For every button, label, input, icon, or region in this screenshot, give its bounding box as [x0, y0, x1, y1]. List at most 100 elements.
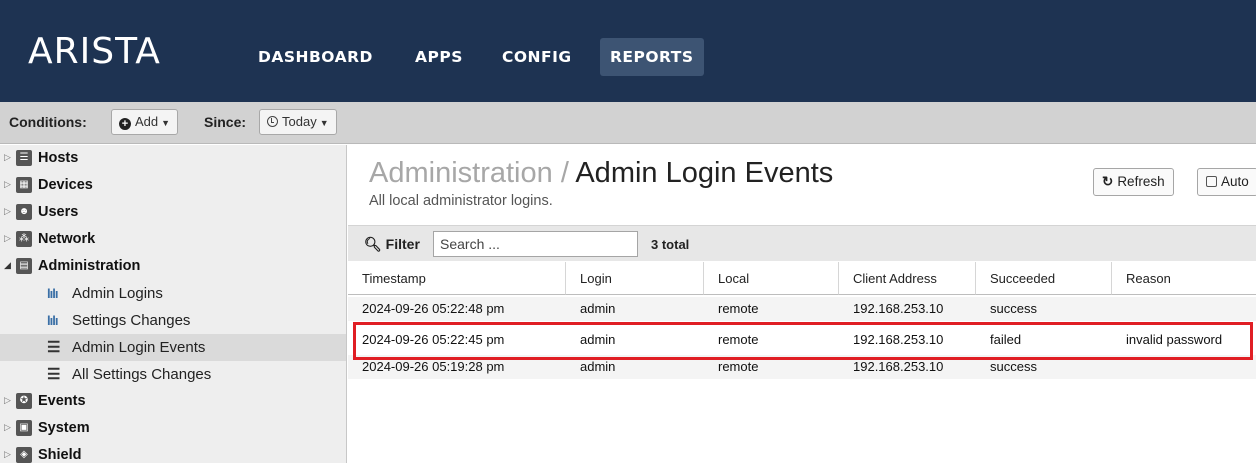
- cell-succeeded: success: [990, 359, 1037, 374]
- filter-label: 🔍︎ Filter: [364, 236, 420, 253]
- reports-sidebar: ▷ ☰ Hosts ▷ ▦ Devices ▷ ☻ Users ▷ ⁂ Netw…: [0, 145, 347, 463]
- system-icon: ▣: [16, 420, 32, 436]
- arista-logo[interactable]: ARISTA: [28, 31, 161, 72]
- sidebar-item-label: Hosts: [38, 150, 79, 166]
- expand-arrow-icon[interactable]: ▷: [4, 395, 11, 406]
- sidebar-item-network[interactable]: ▷ ⁂ Network: [0, 226, 346, 253]
- checkbox-icon: [1206, 176, 1217, 187]
- sidebar-item-admin-logins[interactable]: lılı Admin Logins: [0, 280, 346, 307]
- sidebar-item-admin-login-events[interactable]: ☰ Admin Login Events: [0, 334, 346, 361]
- filter-search-input[interactable]: [433, 231, 638, 257]
- network-icon: ⁂: [16, 231, 32, 247]
- sidebar-subitem-label: Settings Changes: [72, 312, 191, 329]
- sidebar-item-users[interactable]: ▷ ☻ Users: [0, 199, 346, 226]
- cell-timestamp: 2024-09-26 05:22:45 pm: [362, 332, 505, 347]
- filter-label-text: Filter: [385, 236, 420, 252]
- page-subtitle: All local administrator logins.: [369, 193, 553, 209]
- sidebar-subitem-label: Admin Logins: [72, 285, 163, 302]
- refresh-label: Refresh: [1117, 174, 1165, 189]
- expand-arrow-icon[interactable]: ▷: [4, 152, 11, 163]
- sidebar-item-all-settings-changes[interactable]: ☰ All Settings Changes: [0, 361, 346, 388]
- table-row[interactable]: 2024-09-26 05:22:45 pm admin remote 192.…: [348, 328, 1256, 352]
- cell-client-address: 192.168.253.10: [853, 332, 944, 347]
- tab-config[interactable]: CONFIG: [492, 38, 582, 76]
- conditions-bar: Conditions: + Add ▼ Since: Today ▼: [0, 102, 1256, 144]
- cell-reason: [1112, 355, 1126, 379]
- auto-refresh-toggle[interactable]: Auto: [1197, 168, 1256, 196]
- cell-timestamp: 2024-09-26 05:22:48 pm: [362, 301, 505, 316]
- bar-chart-icon: lılı: [47, 286, 58, 301]
- auto-refresh-label: Auto: [1221, 174, 1249, 189]
- sidebar-item-system[interactable]: ▷ ▣ System: [0, 415, 346, 442]
- column-header-client-address[interactable]: Client Address: [839, 262, 976, 295]
- sidebar-item-label: System: [38, 420, 90, 436]
- expand-arrow-icon[interactable]: ▷: [4, 422, 11, 433]
- tab-dashboard[interactable]: DASHBOARD: [248, 38, 383, 76]
- caret-down-icon: ▼: [161, 118, 171, 128]
- column-header-local[interactable]: Local: [704, 262, 839, 295]
- sidebar-item-administration[interactable]: ◢ ▤ Administration: [0, 253, 346, 280]
- breadcrumb-current: Admin Login Events: [575, 157, 834, 189]
- plus-circle-icon: +: [119, 118, 131, 130]
- column-header-login[interactable]: Login: [566, 262, 704, 295]
- since-label: Since:: [204, 114, 247, 130]
- filter-bar: 🔍︎ Filter 3 total: [348, 225, 1256, 261]
- sidebar-item-label: Users: [38, 204, 79, 220]
- sidebar-item-label: Network: [38, 231, 96, 247]
- expand-arrow-icon[interactable]: ▷: [4, 206, 11, 217]
- top-navigation-bar: ARISTA DASHBOARD APPS CONFIG REPORTS: [0, 0, 1256, 102]
- users-icon: ☻: [16, 204, 32, 220]
- sidebar-item-devices[interactable]: ▷ ▦ Devices: [0, 172, 346, 199]
- shield-icon: ◈: [16, 447, 32, 463]
- cell-local: remote: [718, 301, 759, 316]
- expand-arrow-icon[interactable]: ▷: [4, 449, 11, 460]
- collapse-arrow-icon[interactable]: ◢: [4, 260, 11, 271]
- sidebar-subitem-label: All Settings Changes: [72, 366, 212, 383]
- clock-icon: [267, 116, 278, 127]
- column-header-timestamp[interactable]: Timestamp: [348, 262, 566, 295]
- sidebar-subitem-label: Admin Login Events: [72, 339, 206, 356]
- sidebar-item-label: Events: [38, 393, 86, 409]
- report-panel: Administration / Admin Login Events All …: [348, 145, 1256, 463]
- administration-icon: ▤: [16, 258, 32, 274]
- expand-arrow-icon[interactable]: ▷: [4, 179, 11, 190]
- hosts-icon: ☰: [16, 150, 32, 166]
- breadcrumb-separator: /: [560, 157, 569, 189]
- page-title: Administration / Admin Login Events: [369, 157, 833, 190]
- cell-client-address: 192.168.253.10: [853, 301, 944, 316]
- cell-succeeded: success: [990, 301, 1037, 316]
- sidebar-item-events[interactable]: ▷ ✪ Events: [0, 388, 346, 415]
- table-row[interactable]: 2024-09-26 05:22:48 pm admin remote 192.…: [348, 297, 1256, 321]
- since-value: Today: [282, 114, 317, 129]
- total-count: 3 total: [651, 237, 690, 252]
- sidebar-item-shield[interactable]: ▷ ◈ Shield: [0, 442, 346, 463]
- cell-login: admin: [580, 301, 616, 316]
- sidebar-item-label: Shield: [38, 447, 82, 463]
- breadcrumb-parent[interactable]: Administration: [369, 157, 553, 189]
- sidebar-item-label: Devices: [38, 177, 93, 193]
- since-dropdown[interactable]: Today ▼: [259, 109, 337, 135]
- events-icon: ✪: [16, 393, 32, 409]
- search-icon: 🔍︎: [364, 236, 382, 252]
- refresh-icon: ↻: [1102, 174, 1114, 189]
- bar-chart-icon: lılı: [47, 313, 58, 328]
- list-icon: ☰: [47, 366, 60, 383]
- cell-login: admin: [580, 359, 616, 374]
- column-header-reason[interactable]: Reason: [1112, 262, 1256, 295]
- expand-arrow-icon[interactable]: ▷: [4, 233, 11, 244]
- tab-reports[interactable]: REPORTS: [600, 38, 704, 76]
- column-header-succeeded[interactable]: Succeeded: [976, 262, 1112, 295]
- devices-icon: ▦: [16, 177, 32, 193]
- sidebar-item-settings-changes[interactable]: lılı Settings Changes: [0, 307, 346, 334]
- cell-timestamp: 2024-09-26 05:19:28 pm: [362, 359, 505, 374]
- cell-local: remote: [718, 332, 759, 347]
- tab-apps[interactable]: APPS: [405, 38, 473, 76]
- refresh-button[interactable]: ↻ Refresh: [1093, 168, 1174, 196]
- cell-login: admin: [580, 332, 616, 347]
- caret-down-icon: ▼: [319, 118, 329, 128]
- table-row[interactable]: 2024-09-26 05:19:28 pm admin remote 192.…: [348, 355, 1256, 379]
- sidebar-item-hosts[interactable]: ▷ ☰ Hosts: [0, 145, 346, 172]
- cell-local: remote: [718, 359, 759, 374]
- add-condition-button[interactable]: + Add ▼: [111, 109, 179, 135]
- list-icon: ☰: [47, 339, 60, 356]
